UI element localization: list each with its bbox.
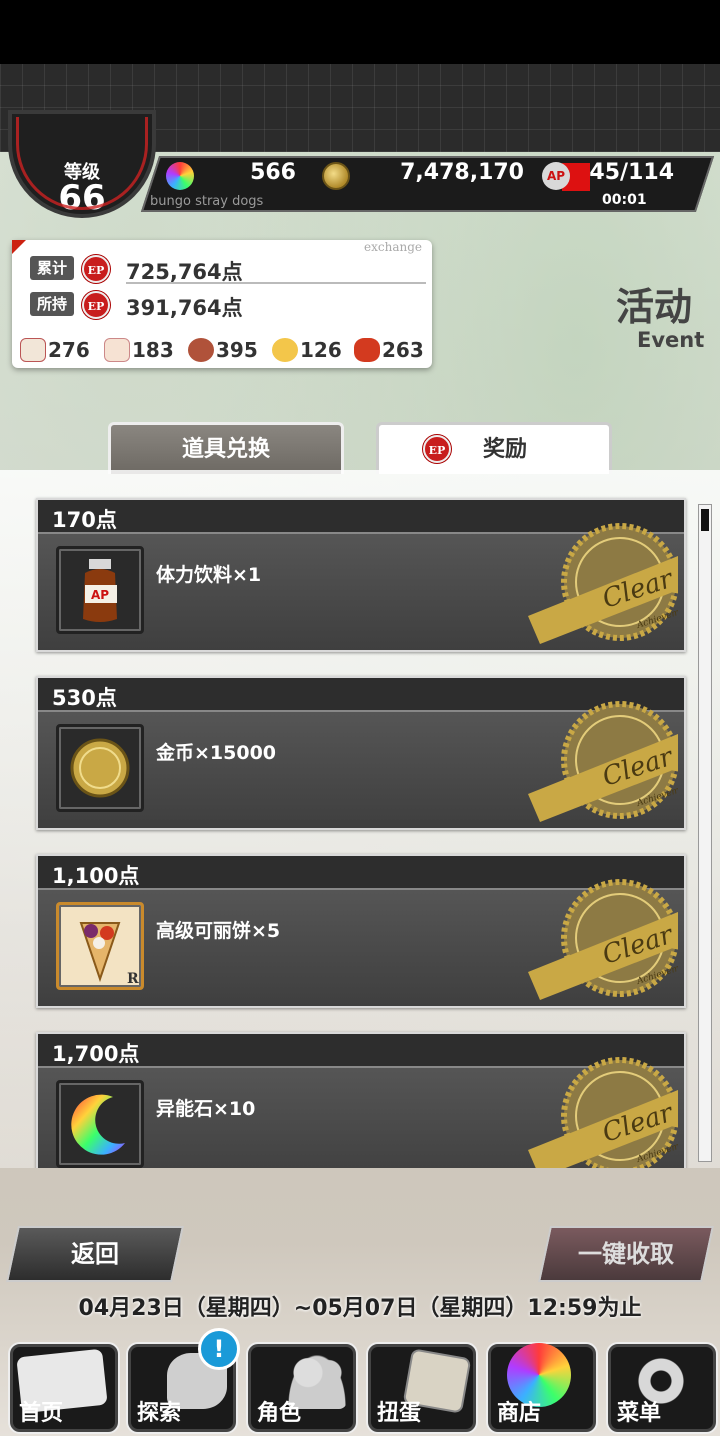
bottom-nav: 首页 探索 角色 扭蛋 商店 菜单 xyxy=(0,1332,720,1436)
ep-icon: EP xyxy=(82,255,110,283)
level-badge[interactable]: 等级 66 xyxy=(8,110,156,218)
reward-name: 异能石×10 xyxy=(156,1098,256,1120)
held-tag: 所持 xyxy=(30,292,74,316)
reward-name: 体力饮料×1 xyxy=(156,564,262,586)
item-count: 276 xyxy=(48,338,90,362)
item-count: 395 xyxy=(216,338,258,362)
nav-label: 商店 xyxy=(497,1401,542,1426)
event-points-panel: exchange 累计 EP 725,764点 所持 EP 391,764点 2… xyxy=(12,240,432,368)
svg-text:AP: AP xyxy=(91,588,109,602)
tab-reward[interactable]: EP 奖励 xyxy=(376,422,612,474)
reward-name: 金币×15000 xyxy=(156,742,277,764)
lobster-icon xyxy=(354,338,380,362)
ep-icon: EP xyxy=(423,435,451,463)
clear-stamp-icon: Clear Achievement xyxy=(528,1057,678,1168)
event-items-row: 276 183 395 126 263 xyxy=(20,336,430,364)
gem-count: 566 xyxy=(250,160,296,185)
nav-home[interactable]: 首页 xyxy=(10,1344,118,1432)
rarity-label: R xyxy=(127,971,139,987)
nav-character[interactable]: 角色 xyxy=(248,1344,356,1432)
reward-card[interactable]: 530点 金币×15000 Clear Achievement xyxy=(36,676,686,830)
reward-card[interactable]: 170点 AP 体力饮料×1 Clear Achievement xyxy=(36,498,686,652)
exchange-label: exchange xyxy=(364,240,422,254)
reward-points: 530点 xyxy=(52,686,117,710)
nav-label: 菜单 xyxy=(617,1401,662,1426)
gem-icon xyxy=(166,162,194,190)
reward-card[interactable]: 1,100点 R 高级可丽饼×5 Clear Achievement xyxy=(36,854,686,1008)
coin-icon xyxy=(322,162,350,190)
coin-counter[interactable]: 7,478,170 xyxy=(322,160,528,192)
clear-stamp-icon: Clear Achievement xyxy=(528,523,678,644)
gem-counter[interactable]: 566 xyxy=(166,160,306,192)
total-tag: 累计 xyxy=(30,256,74,280)
back-button[interactable]: 返回 xyxy=(6,1226,184,1282)
reward-thumbnail: R xyxy=(56,902,144,990)
nav-gacha[interactable]: 扭蛋 xyxy=(368,1344,476,1432)
reward-thumbnail: AP xyxy=(56,546,144,634)
ap-heart-icon: AP xyxy=(542,162,570,190)
reward-thumbnail xyxy=(56,724,144,812)
scrollbar-thumb[interactable] xyxy=(701,509,709,531)
nav-menu[interactable]: 菜单 xyxy=(608,1344,716,1432)
explore-alert-badge: ! xyxy=(198,1328,240,1370)
tab-reward-label: 奖励 xyxy=(483,437,528,462)
rice-bowl-icon xyxy=(188,338,214,362)
ap-counter[interactable]: AP 45/114 xyxy=(540,160,680,192)
reward-points: 1,100点 xyxy=(52,864,140,888)
level-value: 66 xyxy=(58,178,106,218)
crepe-icon: R xyxy=(79,922,139,987)
ap-timer: 00:01 xyxy=(602,192,647,208)
collect-all-label: 一键收取 xyxy=(578,1240,674,1268)
event-title: 活动 xyxy=(616,285,693,329)
ap-value: 45/114 xyxy=(589,160,674,185)
brand-text: bungo stray dogs xyxy=(150,194,264,209)
held-points: 391,764点 xyxy=(126,296,243,320)
tab-item-exchange[interactable]: 道具兑换 xyxy=(108,422,344,474)
event-subtitle: Event xyxy=(637,328,705,352)
nav-label: 首页 xyxy=(19,1401,64,1426)
divider xyxy=(126,282,426,284)
cake-icon xyxy=(104,338,130,362)
pasta-icon xyxy=(272,338,298,362)
nav-label: 探索 xyxy=(137,1401,182,1426)
level-label: 等级 xyxy=(64,162,100,183)
reward-card[interactable]: 1,700点 异能石×10 Clear Achievement xyxy=(36,1032,686,1168)
item-count: 126 xyxy=(300,338,342,362)
total-points-row: 累计 EP 725,764点 xyxy=(30,254,430,284)
letter-icon xyxy=(20,338,46,362)
ap-drink-icon: AP xyxy=(83,559,117,622)
collect-all-button[interactable]: 一键收取 xyxy=(538,1226,714,1282)
reward-name: 高级可丽饼×5 xyxy=(156,920,281,942)
item-count: 263 xyxy=(382,338,424,362)
reward-points: 1,700点 xyxy=(52,1042,140,1066)
held-points-row: 所持 EP 391,764点 xyxy=(30,290,430,320)
list-scrollbar[interactable] xyxy=(698,504,712,1162)
reward-list[interactable]: 170点 AP 体力饮料×1 Clear Achievement 530点 金币… xyxy=(0,470,720,1168)
nav-label: 角色 xyxy=(257,1401,302,1426)
clear-stamp-icon: Clear Achievement xyxy=(528,879,678,1000)
app-root: 等级 66 566 7,478,170 AP 45/114 bungo stra… xyxy=(0,0,720,1436)
clear-stamp-icon: Clear Achievement xyxy=(528,701,678,822)
back-button-label: 返回 xyxy=(71,1240,119,1268)
panel-corner xyxy=(12,240,26,254)
ability-stone-icon xyxy=(71,1094,125,1155)
gold-coin-icon xyxy=(70,738,130,798)
coin-count: 7,478,170 xyxy=(400,160,524,185)
reward-thumbnail xyxy=(56,1080,144,1168)
nav-shop[interactable]: 商店 xyxy=(488,1343,596,1432)
event-period: 04月23日（星期四）~05月07日（星期四）12:59为止 xyxy=(78,1296,642,1321)
ep-icon: EP xyxy=(82,291,110,319)
status-bar xyxy=(0,0,720,64)
item-count: 183 xyxy=(132,338,174,362)
reward-points: 170点 xyxy=(52,508,117,532)
nav-label: 扭蛋 xyxy=(377,1401,422,1426)
